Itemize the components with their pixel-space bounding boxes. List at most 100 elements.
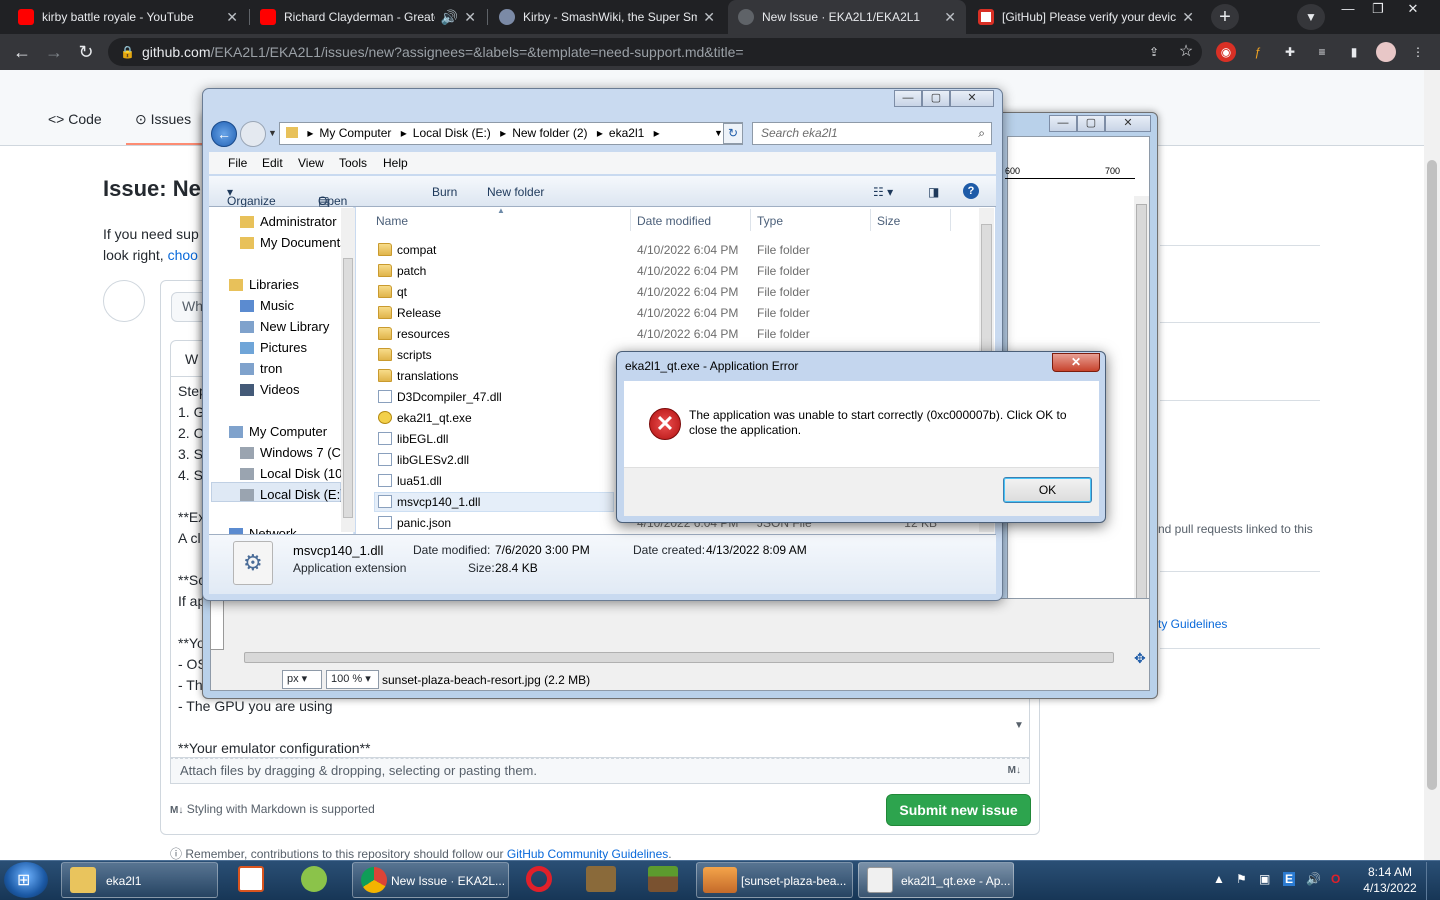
browser-tab-youtube-1[interactable]: kirby battle royale - YouTube ✕: [8, 0, 248, 34]
tab-issues[interactable]: ⊙ Issues: [135, 111, 191, 128]
burn-button[interactable]: Burn: [432, 185, 457, 199]
forward-arrow-icon[interactable]: →: [42, 40, 66, 64]
file-row[interactable]: Release 4/10/2022 6:04 PM File folder: [372, 303, 972, 323]
flag-icon[interactable]: ⚑: [1236, 872, 1247, 886]
avatar[interactable]: [103, 280, 145, 322]
address-breadcrumb[interactable]: ▸ My Computer ▸ Local Disk (E:) ▸ New folde…: [279, 122, 743, 145]
side-panel-icon[interactable]: ▮: [1344, 42, 1364, 62]
extension-orange-icon[interactable]: ƒ: [1248, 42, 1268, 62]
scrollbar-thumb[interactable]: [343, 258, 353, 518]
nav-item-tron[interactable]: tron: [240, 359, 282, 379]
taskbar-app[interactable]: [226, 862, 276, 898]
breadcrumb-my-computer[interactable]: My Computer: [319, 126, 391, 140]
taskbar-app-green[interactable]: [289, 862, 339, 898]
community-guidelines-link[interactable]: GitHub Community Guidelines: [507, 847, 668, 861]
media-queue-icon[interactable]: ≡: [1312, 42, 1332, 62]
sidebar-guidelines-link[interactable]: ty Guidelines: [1158, 617, 1227, 631]
viewer-close-icon[interactable]: ✕: [1105, 115, 1151, 132]
show-hidden-icons[interactable]: ▲: [1213, 872, 1225, 886]
close-tab-icon[interactable]: ✕: [464, 9, 476, 26]
audio-icon[interactable]: 🔊: [441, 9, 458, 26]
forward-button[interactable]: [240, 121, 266, 147]
viewer-horizontal-scrollbar[interactable]: [228, 650, 1128, 665]
nav-item-music[interactable]: Music: [240, 296, 294, 316]
file-row[interactable]: compat 4/10/2022 6:04 PM File folder: [372, 240, 972, 260]
breadcrumb-local-disk[interactable]: Local Disk (E:): [413, 126, 491, 140]
browser-tab-youtube-2[interactable]: Richard Clayderman - Greate 🔊 ✕: [250, 0, 486, 34]
new-folder-button[interactable]: New folder: [487, 185, 544, 199]
scrollbar-thumb[interactable]: [1427, 160, 1437, 790]
explorer-close-icon[interactable]: ✕: [950, 90, 994, 107]
nav-item-my-documents[interactable]: My Documents: [240, 233, 347, 253]
recent-pages-dropdown[interactable]: ▼: [268, 128, 277, 138]
menu-edit[interactable]: Edit: [262, 156, 283, 170]
zoom-select[interactable]: 100 % ▾: [326, 670, 379, 689]
explorer-maximize-icon[interactable]: ▢: [922, 90, 950, 107]
reload-icon[interactable]: ↻: [74, 40, 98, 64]
ok-button[interactable]: OK: [1003, 477, 1092, 503]
help-icon[interactable]: ?: [963, 183, 979, 199]
start-button[interactable]: ⊞: [4, 862, 48, 898]
profile-avatar[interactable]: [1376, 42, 1396, 62]
nav-item-pictures[interactable]: Pictures: [240, 338, 307, 358]
tab-code[interactable]: <> Code: [48, 111, 102, 127]
nav-item-network[interactable]: Network: [229, 527, 297, 534]
dialog-close-icon[interactable]: ✕: [1052, 353, 1100, 372]
nav-item-videos[interactable]: Videos: [240, 380, 300, 400]
tab-search-button[interactable]: ▼: [1297, 4, 1325, 30]
viewer-vertical-scrollbar[interactable]: [1134, 196, 1149, 646]
taskbar-game[interactable]: [578, 862, 628, 898]
scroll-down-icon[interactable]: ▼: [1014, 720, 1024, 731]
taskbar-explorer[interactable]: eka2l1: [61, 862, 218, 898]
volume-icon[interactable]: 🔊: [1306, 872, 1321, 886]
address-bar[interactable]: 🔒 github.com/EKA2L1/EKA2L1/issues/new?as…: [108, 38, 1202, 66]
menu-file[interactable]: File: [228, 156, 247, 170]
menu-help[interactable]: Help: [383, 156, 408, 170]
bookmark-star-icon[interactable]: ☆: [1176, 42, 1196, 62]
move-icon[interactable]: ✥: [1134, 650, 1146, 667]
page-scrollbar[interactable]: [1424, 70, 1440, 860]
browser-tab-gmail[interactable]: [GitHub] Please verify your devic ✕: [968, 0, 1204, 34]
file-row[interactable]: patch 4/10/2022 6:04 PM File folder: [372, 261, 972, 281]
taskbar-image-viewer[interactable]: [sunset-plaza-bea...: [696, 862, 853, 898]
nav-item-my-computer[interactable]: My Computer: [229, 422, 327, 442]
submit-issue-button[interactable]: Submit new issue: [886, 794, 1031, 826]
taskbar-opera[interactable]: [516, 862, 566, 898]
breadcrumb-eka2l1[interactable]: eka2l1: [609, 126, 644, 140]
unit-select[interactable]: px ▾: [282, 670, 322, 689]
explorer-minimize-icon[interactable]: —: [894, 90, 922, 107]
column-header-size[interactable]: Size: [877, 214, 900, 228]
viewer-minimize-icon[interactable]: —: [1049, 115, 1077, 132]
browser-tab-smashwiki[interactable]: Kirby - SmashWiki, the Super Sm ✕: [489, 0, 725, 34]
browser-tab-github-active[interactable]: New Issue · EKA2L1/EKA2L1 ✕: [728, 0, 966, 34]
viewer-maximize-icon[interactable]: ▢: [1077, 115, 1105, 132]
view-options-icon[interactable]: ☷ ▾: [873, 185, 893, 199]
taskbar-error-window[interactable]: eka2l1_qt.exe - Ap...: [858, 862, 1014, 898]
address-dropdown-icon[interactable]: ▼: [714, 123, 723, 144]
menu-view[interactable]: View: [298, 156, 324, 170]
close-tab-icon[interactable]: ✕: [703, 9, 715, 26]
tray-app-icon[interactable]: E: [1283, 872, 1296, 886]
attach-files-area[interactable]: Attach files by dragging & dropping, sel…: [170, 758, 1030, 784]
choose-link[interactable]: choo: [168, 247, 198, 263]
nav-pane-scrollbar[interactable]: [341, 208, 355, 532]
close-tab-icon[interactable]: ✕: [944, 9, 956, 26]
opera-tray-icon[interactable]: O: [1331, 872, 1340, 886]
extensions-puzzle-icon[interactable]: ✚: [1280, 42, 1300, 62]
clock[interactable]: 8:14 AM 4/13/2022: [1362, 864, 1418, 896]
menu-tools[interactable]: Tools: [339, 156, 367, 170]
taskbar-chrome[interactable]: New Issue · EKA2L...: [352, 862, 509, 898]
extension-red-icon[interactable]: ◉: [1216, 42, 1236, 62]
new-tab-button[interactable]: +: [1211, 4, 1239, 30]
search-input[interactable]: Search eka2l1 ⌕: [752, 122, 992, 145]
close-tab-icon[interactable]: ✕: [1182, 9, 1194, 26]
back-arrow-icon[interactable]: ←: [10, 40, 34, 64]
restore-icon[interactable]: ❐: [1360, 0, 1396, 18]
organize-button[interactable]: Organize ▾: [227, 185, 276, 208]
column-header-date[interactable]: Date modified: [637, 214, 711, 228]
nav-item-windows-7-c[interactable]: Windows 7 (C:): [240, 443, 349, 463]
show-desktop-button[interactable]: [1426, 862, 1440, 900]
preview-pane-icon[interactable]: ◨: [928, 185, 939, 199]
column-header-name[interactable]: Name: [376, 214, 408, 228]
nav-item-local-disk-e[interactable]: Local Disk (E:): [240, 485, 345, 505]
